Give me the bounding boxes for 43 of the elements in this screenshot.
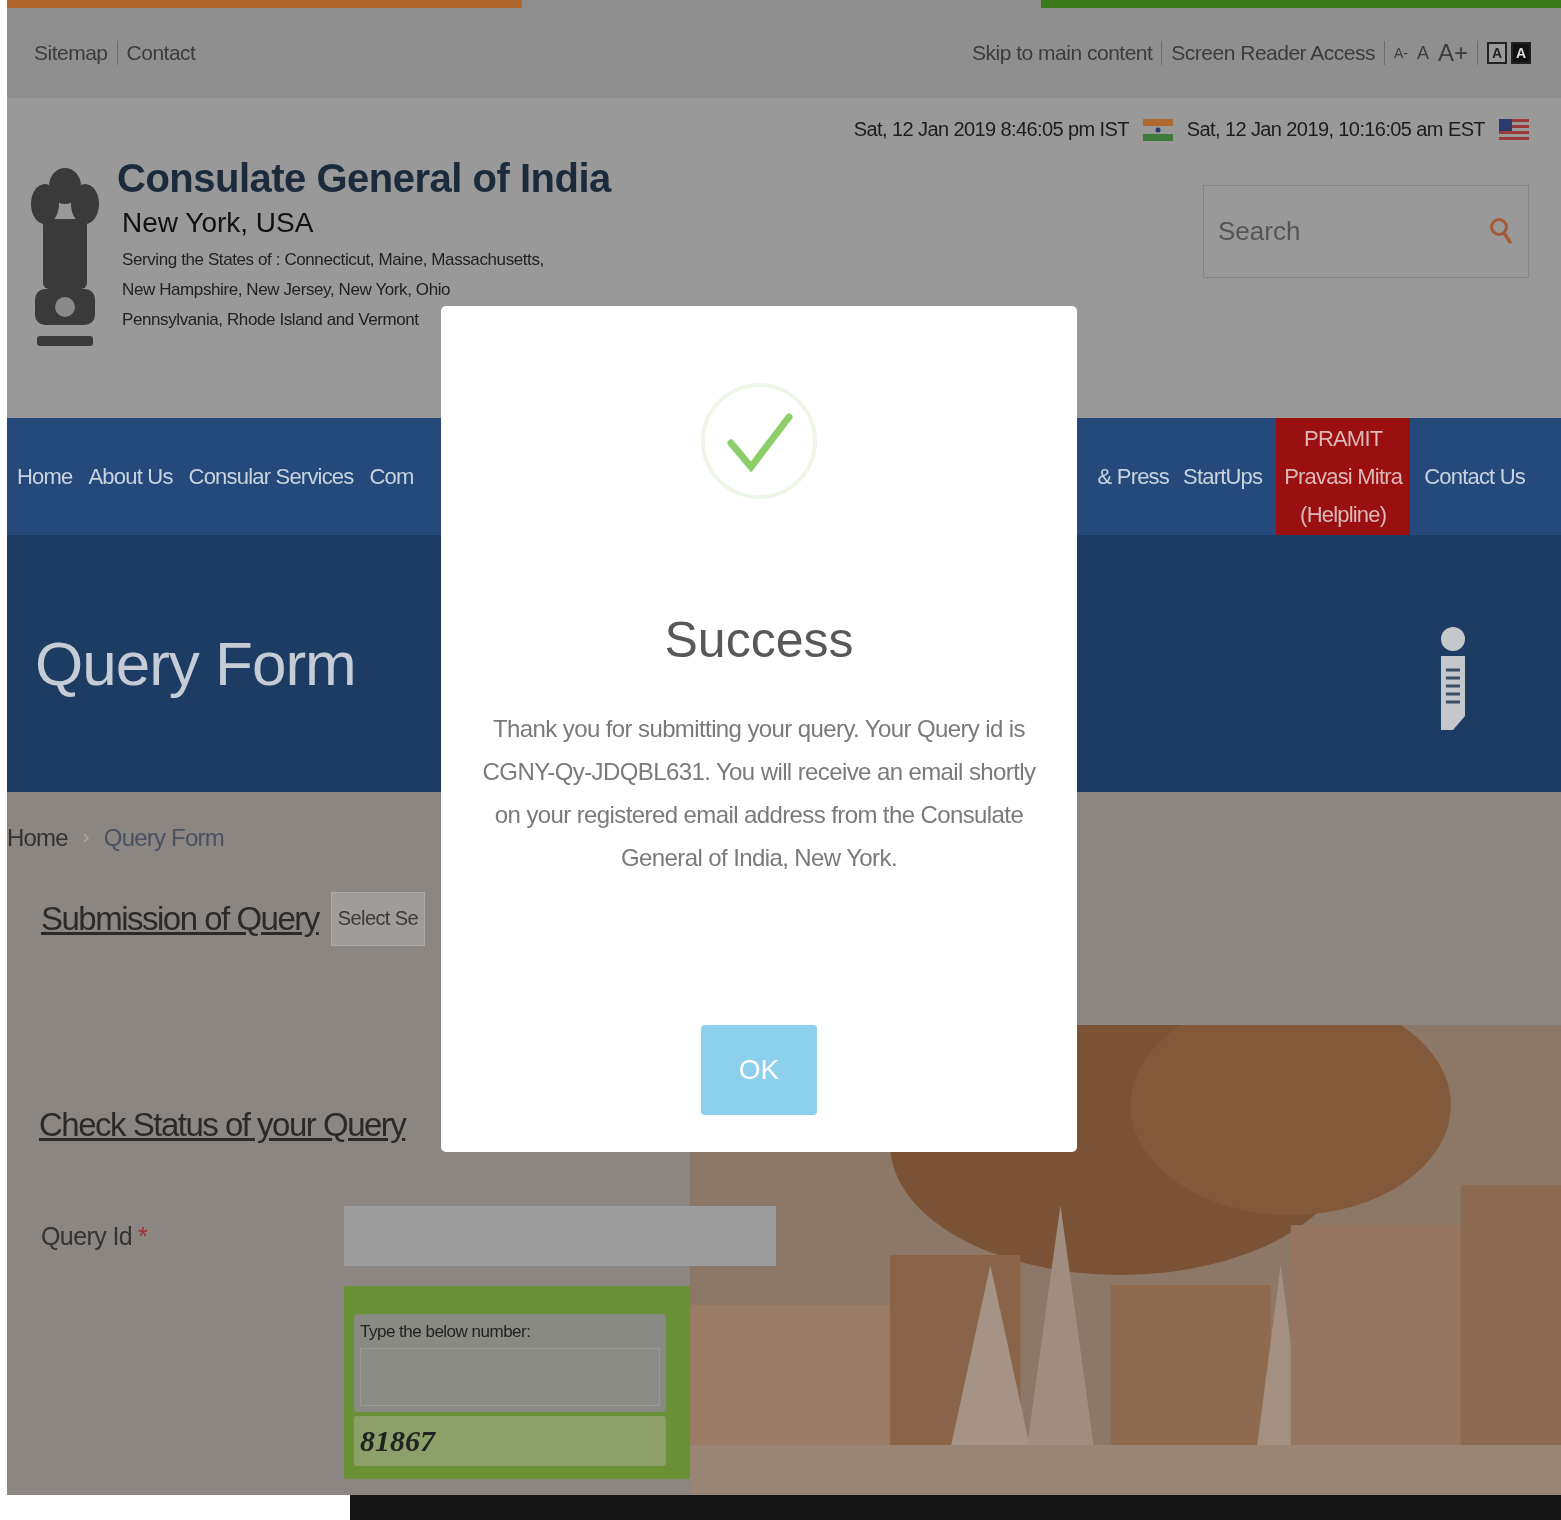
clock-text: Sat, 12 Jan 2019 8:46:05 pm IST xyxy=(853,118,1129,141)
nav-item[interactable]: & Press xyxy=(1097,418,1169,535)
serving-states-text: New Hampshire, New Jersey, New York, Ohio xyxy=(122,279,452,301)
screen-reader-link[interactable]: Screen Reader Access xyxy=(1171,41,1375,65)
captcha-label: Type the below number: xyxy=(360,1322,532,1342)
search-icon[interactable] xyxy=(1489,216,1513,246)
nav-item[interactable]: About Us xyxy=(88,457,173,496)
contrast-button[interactable]: A xyxy=(1487,42,1507,64)
dialog-message: Thank you for submitting your query. Your Query id is CGNY-Qy-JDQBL631. You will receive an email shortly on your registered email address from the Consulate General of India, New York. xyxy=(481,714,1037,873)
chevron-icon xyxy=(81,832,90,844)
service-select[interactable]: Select Se xyxy=(330,892,425,946)
nav-item[interactable]: Home xyxy=(17,457,73,496)
dialog-title: Success xyxy=(664,611,854,669)
page-title: Query Form xyxy=(35,628,356,699)
font-size-link[interactable]: A+ xyxy=(1437,39,1468,67)
breadcrumb-link[interactable]: Home xyxy=(7,824,68,852)
nav-item[interactable]: Contact Us xyxy=(1424,418,1525,535)
field-label: Query Id xyxy=(41,1221,133,1251)
section-heading-link[interactable]: Submission of Query xyxy=(41,900,319,938)
nav-item[interactable]: Consular Services xyxy=(188,457,354,496)
checkmark-icon xyxy=(699,381,819,501)
contrast-button[interactable]: A xyxy=(1511,42,1531,64)
skip-link[interactable]: Skip to main content xyxy=(972,41,1153,65)
clock-text: Sat, 12 Jan 2019, 10:16:05 am EST xyxy=(1186,118,1485,141)
serving-states-text: Pennsylvania, Rhode Island and Vermont xyxy=(122,309,420,331)
nav-item[interactable]: PRAMIT Pravasi Mitra (Helpline) xyxy=(1276,418,1411,535)
serving-states-text: Serving the States of : Connecticut, Maine, Massachusetts, xyxy=(122,249,545,271)
font-size-link[interactable]: A- xyxy=(1393,45,1408,61)
breadcrumb-current: Query Form xyxy=(103,824,224,852)
query-id-field[interactable] xyxy=(344,1206,776,1266)
search-field[interactable]: Search xyxy=(1203,185,1529,278)
font-size-link[interactable]: A xyxy=(1416,42,1429,64)
section-heading-link[interactable]: Check Status of your Query xyxy=(39,1106,406,1144)
nav-item[interactable]: StartUps xyxy=(1183,418,1263,535)
usa-flag-icon xyxy=(1499,118,1529,141)
india-flag-icon xyxy=(1142,118,1173,141)
required-mark: * xyxy=(138,1221,148,1251)
top-link[interactable]: Contact xyxy=(126,41,196,65)
site-subtitle: New York, USA xyxy=(122,207,315,239)
top-link[interactable]: Sitemap xyxy=(34,41,108,65)
nav-item[interactable]: Com xyxy=(369,457,414,496)
captcha-code: 81867 xyxy=(354,1416,666,1466)
site-title: Consulate General of India xyxy=(117,156,611,201)
